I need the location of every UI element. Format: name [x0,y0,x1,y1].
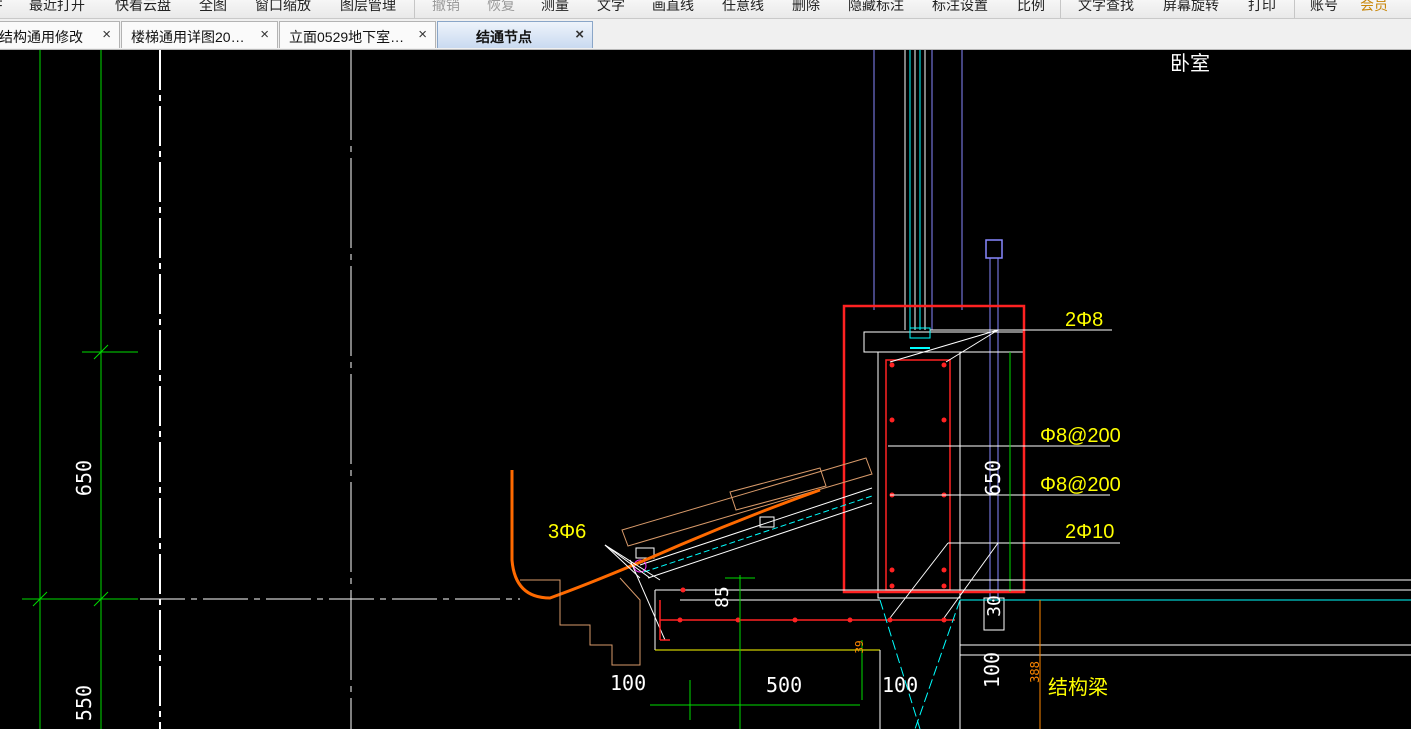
tab-elevation-basement[interactable]: 立面0529地下室… × [279,21,436,48]
rebar-label-bottom: 2Φ10 [1065,521,1114,543]
dim-label-30: 30 [984,595,1005,617]
rebar-label-stirrup-2: Φ8@200 [1040,474,1121,496]
rebar-label-top: 2Φ8 [1065,309,1103,331]
canvas-background [0,50,1411,729]
toolbar-separator [1060,0,1061,18]
dim-label-85: 85 [712,586,733,608]
toolbar: F 最近打开 快看云盘 全图 窗口缩放 图层管理 撤销 恢复 测量 文字 画直线… [0,0,1411,19]
rebar-label-stirrup-1: Φ8@200 [1040,425,1121,447]
toolbar-prev-item[interactable]: F [0,0,3,14]
screen-rotate-button[interactable]: 屏幕旋转 [1163,0,1219,14]
dim-label-500: 500 [766,673,802,697]
toolbar-separator [414,0,415,18]
close-icon[interactable]: × [102,26,111,43]
redo-button[interactable]: 恢复 [487,0,515,14]
vip-button[interactable]: 会员 [1360,0,1388,14]
tab-structure-node[interactable]: 结通节点 × [437,21,593,48]
toolbar-separator [1294,0,1295,18]
account-button[interactable]: 账号 [1310,0,1338,14]
close-icon[interactable]: × [260,26,269,43]
measure-button[interactable]: 测量 [541,0,569,14]
close-icon[interactable]: × [575,26,584,43]
draw-line-button[interactable]: 画直线 [652,0,694,14]
tab-label: 结通节点 [476,29,532,45]
recent-open-button[interactable]: 最近打开 [29,0,85,14]
tab-structure-general[interactable]: 结构通用修改 × [0,21,120,48]
scale-button[interactable]: 比例 [1017,0,1045,14]
freehand-line-button[interactable]: 任意线 [722,0,764,14]
hide-annotation-button[interactable]: 隐藏标注 [848,0,904,14]
tab-stair-details[interactable]: 楼梯通用详图20… × [121,21,278,48]
dim-label-100-b: 100 [882,673,918,697]
close-icon[interactable]: × [418,26,427,43]
cad-drawing-canvas[interactable]: 650 550 卧室 2Φ8 Φ8@200 Φ8@200 2Φ10 650 3Φ… [0,50,1411,729]
print-button[interactable]: 打印 [1248,0,1276,14]
full-view-button[interactable]: 全图 [199,0,227,14]
dim-label-node-650: 650 [981,460,1005,496]
tab-label: 楼梯通用详图20… [131,29,245,45]
tab-label: 结构通用修改 [0,29,83,45]
rebar-label-eave: 3Φ6 [548,521,586,543]
dim-label-100-c: 100 [980,652,1004,688]
layer-manage-button[interactable]: 图层管理 [340,0,396,14]
dim-label-left-650: 650 [72,460,96,496]
dim-label-left-550: 550 [72,685,96,721]
document-tabbar: 结构通用修改 × 楼梯通用详图20… × 立面0529地下室… × 结通节点 × [0,19,1411,50]
undo-button[interactable]: 撤销 [432,0,460,14]
room-label: 卧室 [1170,52,1210,75]
window-zoom-button[interactable]: 窗口缩放 [255,0,311,14]
beam-label: 结构梁 [1048,676,1108,699]
cloud-disk-button[interactable]: 快看云盘 [115,0,171,14]
dim-label-388: 388 [1028,661,1042,683]
delete-button[interactable]: 删除 [792,0,820,14]
annotation-settings-button[interactable]: 标注设置 [932,0,988,14]
text-search-button[interactable]: 文字查找 [1078,0,1134,14]
text-button[interactable]: 文字 [597,0,625,14]
tab-label: 立面0529地下室… [289,29,405,45]
dim-label-39: 39 [853,640,866,653]
dim-label-100-a: 100 [610,671,646,695]
